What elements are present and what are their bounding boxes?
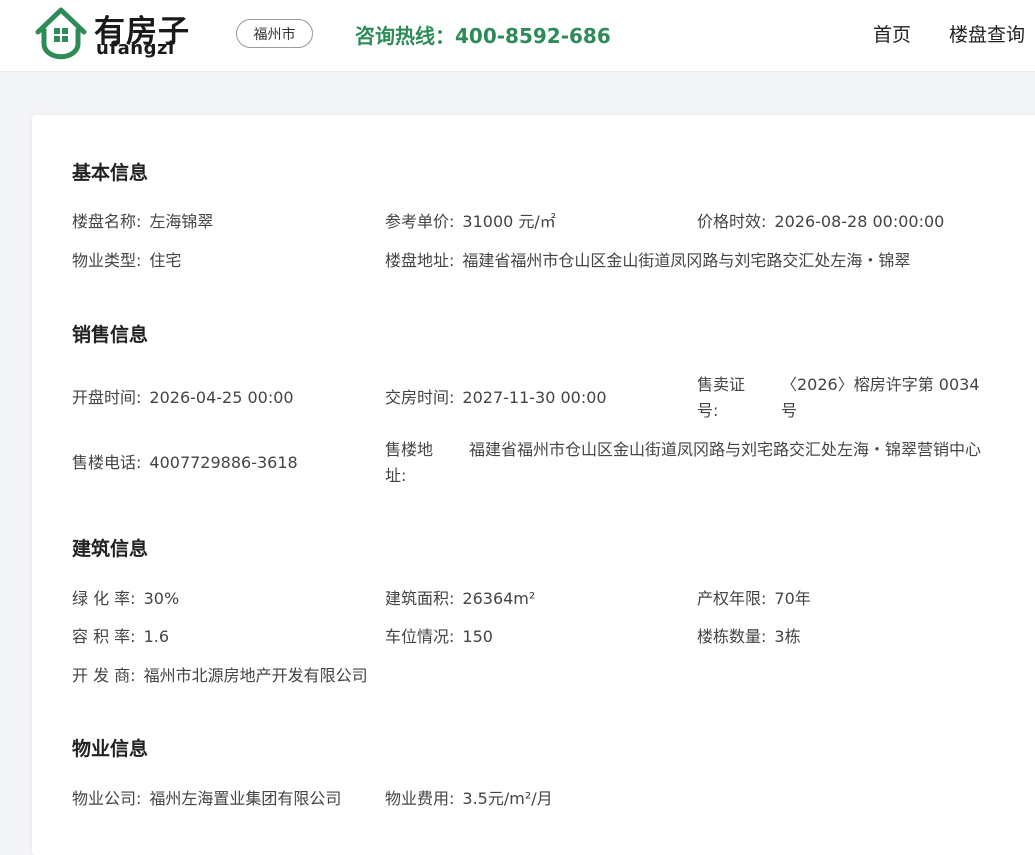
field-value: 福州左海置业集团有限公司 <box>149 789 342 808</box>
field-parking: 车位情况: 150 <box>385 624 493 650</box>
field-sales-office: 售楼地址: 福建省福州市仓山区金山街道凤冈路与刘宅路交汇处左海・锦翠营销中心 <box>385 437 1005 489</box>
top-header: 有房子 ufangzi 福州市 咨询热线：400-8592-686 首页 楼盘查… <box>0 0 1035 72</box>
field-developer: 开 发 商: 福州市北源房地产开发有限公司 <box>72 663 368 689</box>
house-logo-icon <box>35 7 87 60</box>
field-green-rate: 绿 化 率: 30% <box>72 586 179 612</box>
field-label: 物业公司: <box>72 789 142 808</box>
field-value: 左海锦翠 <box>149 212 214 231</box>
field-label: 产权年限: <box>697 589 767 608</box>
field-property-term: 产权年限: 70年 <box>697 586 811 612</box>
site-logo[interactable]: 有房子 ufangzi <box>32 4 192 60</box>
field-value: 70年 <box>774 589 811 608</box>
field-value: 150 <box>462 627 493 646</box>
field-label: 容 积 率: <box>72 627 136 646</box>
section-title-building: 建筑信息 <box>72 538 149 560</box>
field-value: 福州市北源房地产开发有限公司 <box>143 666 368 685</box>
field-type: 物业类型: 住宅 <box>72 248 181 274</box>
field-plot-ratio: 容 积 率: 1.6 <box>72 624 169 650</box>
field-value: 福建省福州市仓山区金山街道凤冈路与刘宅路交汇处左海・锦翠营销中心 <box>469 440 982 459</box>
field-value: 住宅 <box>149 251 182 270</box>
field-delivery-time: 交房时间: 2027-11-30 00:00 <box>385 385 607 411</box>
field-label: 物业类型: <box>72 251 142 270</box>
field-label: 绿 化 率: <box>72 589 136 608</box>
city-selector-button[interactable]: 福州市 <box>236 19 313 48</box>
field-label: 售楼电话: <box>72 453 142 472</box>
field-label: 售卖证号: <box>697 375 746 420</box>
field-label: 楼盘地址: <box>385 251 455 270</box>
field-label: 车位情况: <box>385 627 455 646</box>
section-title-property: 物业信息 <box>72 738 149 760</box>
nav-item-home[interactable]: 首页 <box>873 20 911 47</box>
field-value: 3栋 <box>774 627 801 646</box>
hotline-text: 咨询热线：400-8592-686 <box>355 24 611 48</box>
field-label: 物业费用: <box>385 789 455 808</box>
field-value: 4007729886-3618 <box>149 453 298 472</box>
field-open-time: 开盘时间: 2026-04-25 00:00 <box>72 385 294 411</box>
field-label: 参考单价: <box>385 212 455 231</box>
field-label: 楼盘名称: <box>72 212 142 231</box>
field-value: 3.5元/m²/月 <box>462 789 553 808</box>
field-price-time: 价格时效: 2026-08-28 00:00:00 <box>697 209 944 235</box>
field-building-count: 楼栋数量: 3栋 <box>697 624 801 650</box>
field-label: 开 发 商: <box>72 666 136 685</box>
field-label: 交房时间: <box>385 388 455 407</box>
field-sales-phone: 售楼电话: 4007729886-3618 <box>72 450 298 476</box>
field-label: 价格时效: <box>697 212 767 231</box>
field-value: 〈2026〉榕房许字第 0034 号 <box>781 375 980 420</box>
field-address: 楼盘地址: 福建省福州市仓山区金山街道凤冈路与刘宅路交汇处左海・锦翠 <box>385 248 910 274</box>
field-value: 2026-08-28 00:00:00 <box>774 212 945 231</box>
field-license: 售卖证号: 〈2026〉榕房许字第 0034 号 <box>697 372 997 424</box>
field-name: 楼盘名称: 左海锦翠 <box>72 209 213 235</box>
field-property-company: 物业公司: 福州左海置业集团有限公司 <box>72 786 341 812</box>
field-value: 2027-11-30 00:00 <box>462 388 607 407</box>
field-price: 参考单价: 31000 元/㎡ <box>385 209 556 235</box>
field-label: 售楼地址: <box>385 440 434 485</box>
field-value: 2026-04-25 00:00 <box>149 388 294 407</box>
field-value: 福建省福州市仓山区金山街道凤冈路与刘宅路交汇处左海・锦翠 <box>462 251 911 270</box>
field-label: 建筑面积: <box>385 589 455 608</box>
field-value: 1.6 <box>143 627 170 646</box>
field-value: 30% <box>143 589 180 608</box>
field-property-fee: 物业费用: 3.5元/m²/月 <box>385 786 553 812</box>
section-title-basic: 基本信息 <box>72 162 149 184</box>
logo-text-en: ufangzi <box>96 38 175 59</box>
field-value: 26364m² <box>462 589 536 608</box>
field-label: 楼栋数量: <box>697 627 767 646</box>
field-label: 开盘时间: <box>72 388 142 407</box>
main-nav: 首页 楼盘查询 <box>845 20 1035 47</box>
field-value: 31000 元/㎡ <box>462 212 556 231</box>
detail-card: 基本信息 楼盘名称: 左海锦翠 参考单价: 31000 元/㎡ 价格时效: 20… <box>32 115 1035 855</box>
section-title-sales: 销售信息 <box>72 324 149 346</box>
field-build-area: 建筑面积: 26364m² <box>385 586 535 612</box>
nav-item-search[interactable]: 楼盘查询 <box>949 20 1025 47</box>
